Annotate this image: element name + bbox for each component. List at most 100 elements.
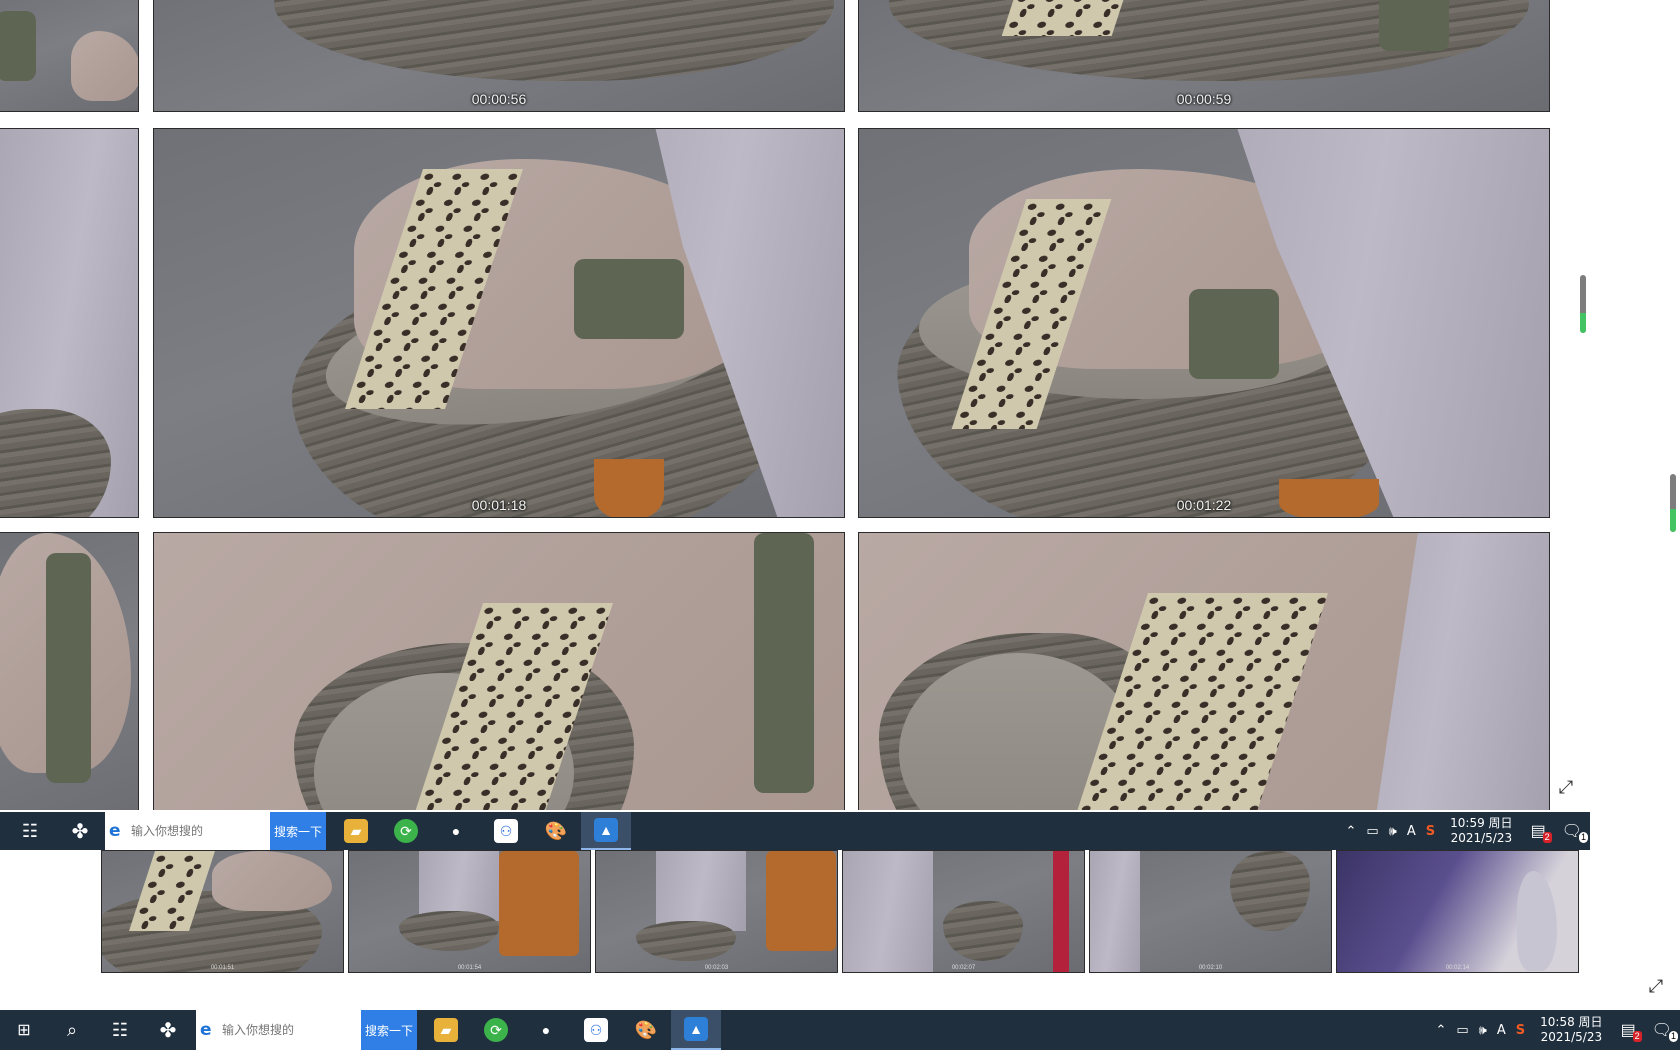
assistant-icon[interactable]: ✤ bbox=[144, 1010, 192, 1050]
photo-sole bbox=[274, 0, 834, 81]
frame-timestamp: 00:02:03 bbox=[704, 965, 729, 971]
refresh-app-icon: ⟳ bbox=[484, 1018, 508, 1042]
taskbar-app-explorer[interactable]: ▰ bbox=[331, 812, 381, 850]
sogou-icon[interactable]: S bbox=[1511, 1023, 1530, 1038]
photo-strap bbox=[1189, 289, 1279, 379]
sogou-icon[interactable]: S bbox=[1421, 824, 1440, 839]
search-icon[interactable]: ⌕ bbox=[48, 1010, 96, 1050]
contact-sheet-frame[interactable]: 00:00:59 bbox=[858, 0, 1550, 112]
search-input[interactable] bbox=[127, 812, 262, 850]
clock[interactable]: 10:59 周日 2021/5/23 bbox=[1440, 816, 1522, 846]
record-icon: ● bbox=[534, 1018, 558, 1042]
outer-scrollbar[interactable] bbox=[1670, 474, 1676, 532]
frame-timestamp: 00:01:22 bbox=[1176, 497, 1232, 513]
photo-strap bbox=[1379, 0, 1449, 51]
filmstrip-frame[interactable]: 00:01:54 bbox=[348, 850, 591, 973]
photo-pants bbox=[656, 851, 746, 931]
frame-timestamp: 00:01:54 bbox=[457, 965, 482, 971]
clock[interactable]: 10:58 周日 2021/5/23 bbox=[1530, 1015, 1612, 1045]
message-icon[interactable]: ▤ 2 bbox=[1523, 821, 1554, 843]
contact-sheet-frame[interactable] bbox=[0, 128, 139, 518]
photos-icon: ▲ bbox=[594, 818, 618, 842]
system-tray: ⌃ ▭ 🕪 A S 10:58 周日 2021/5/23 ▤ 2 🗨 1 bbox=[1430, 1010, 1680, 1050]
filmstrip-frame[interactable]: 00:02:10 bbox=[1089, 850, 1332, 973]
action-center-icon[interactable]: 🗨 1 bbox=[1554, 821, 1590, 843]
filmstrip-frame[interactable]: 00:01:51 bbox=[101, 850, 344, 973]
filmstrip-frame[interactable]: 00:02:07 bbox=[842, 850, 1085, 973]
filmstrip-frame[interactable]: 00:02:03 bbox=[595, 850, 838, 973]
photo-viewer: 00:00:56 00:00:59 00:01:18 00:01:22 bbox=[0, 0, 1590, 810]
message-icon[interactable]: ▤ 2 bbox=[1613, 1020, 1644, 1042]
photo-sole bbox=[943, 901, 1023, 961]
system-tray: ⌃ ▭ 🕪 A S 10:59 周日 2021/5/23 ▤ 2 🗨 1 bbox=[1340, 812, 1590, 850]
input-method-icon[interactable]: A bbox=[1492, 1023, 1511, 1038]
contact-sheet-frame[interactable]: 00:01:22 bbox=[858, 128, 1550, 518]
photo-strap bbox=[46, 553, 91, 783]
assistant-icon[interactable]: ✤ bbox=[60, 812, 100, 850]
frame-timestamp: 00:00:56 bbox=[471, 91, 527, 107]
volume-icon[interactable]: 🕪 bbox=[1474, 1023, 1492, 1038]
taskbar-app-cloud[interactable]: ⚇ bbox=[481, 812, 531, 850]
notification-badge: 2 bbox=[1542, 832, 1552, 843]
photos-icon: ▲ bbox=[684, 1017, 708, 1041]
cloud-app-icon: ⚇ bbox=[584, 1018, 608, 1042]
task-view-icon[interactable]: ☷ bbox=[96, 1010, 144, 1050]
frame-timestamp: 00:02:14 bbox=[1445, 965, 1470, 971]
frame-timestamp: 00:02:10 bbox=[1198, 965, 1223, 971]
search-button[interactable]: 搜索一下 bbox=[361, 1010, 417, 1050]
volume-icon[interactable]: 🕪 bbox=[1384, 824, 1402, 839]
clock-time: 10:59 周日 bbox=[1450, 816, 1513, 830]
browser-icon: e bbox=[109, 821, 121, 841]
search-button[interactable]: 搜索一下 bbox=[270, 812, 326, 850]
taskbar-app-paint[interactable]: 🎨 bbox=[621, 1010, 671, 1050]
browser-icon: e bbox=[200, 1020, 212, 1040]
network-icon[interactable]: ▭ bbox=[1361, 824, 1383, 839]
windows-start-icon[interactable]: ⊞ bbox=[0, 1010, 48, 1050]
photo-sole bbox=[0, 409, 111, 517]
photo-skin bbox=[212, 851, 332, 911]
clock-date: 2021/5/23 bbox=[1540, 1030, 1603, 1044]
photo-sole bbox=[399, 911, 499, 951]
contact-sheet-frame[interactable]: 00:01:18 bbox=[153, 128, 845, 518]
contact-sheet-frame[interactable] bbox=[0, 532, 139, 810]
palette-icon: 🎨 bbox=[634, 1019, 658, 1040]
photo-skin bbox=[71, 31, 138, 101]
contact-sheet-frame[interactable] bbox=[858, 532, 1550, 810]
taskbar-app-photos[interactable]: ▲ bbox=[671, 1010, 721, 1050]
chevron-up-icon[interactable]: ⌃ bbox=[1430, 1023, 1451, 1038]
expand-icon[interactable]: ⤢ bbox=[1555, 776, 1577, 798]
taskbar-app-cloud[interactable]: ⚇ bbox=[571, 1010, 621, 1050]
taskbar-app-record[interactable]: ● bbox=[431, 812, 481, 850]
frame-timestamp: 00:02:07 bbox=[951, 965, 976, 971]
action-center-icon[interactable]: 🗨 1 bbox=[1644, 1020, 1680, 1042]
viewer-scrollbar[interactable] bbox=[1580, 275, 1586, 333]
photo-person bbox=[1517, 871, 1557, 971]
taskbar-app-photos[interactable]: ▲ bbox=[581, 812, 631, 850]
search-input[interactable] bbox=[218, 1010, 353, 1050]
input-method-icon[interactable]: A bbox=[1402, 824, 1421, 839]
taskbar-app-green[interactable]: ⟳ bbox=[471, 1010, 521, 1050]
action-center-badge: 1 bbox=[1668, 1031, 1678, 1042]
chevron-up-icon[interactable]: ⌃ bbox=[1340, 824, 1361, 839]
frame-timestamp: 00:00:59 bbox=[1176, 91, 1232, 107]
photo-luggage bbox=[499, 851, 579, 956]
taskbar-app-record[interactable]: ● bbox=[521, 1010, 571, 1050]
inner-taskbar: ☷ ✤ e 搜索一下 ▰ ⟳ ● ⚇ 🎨 ▲ ⌃ ▭ 🕪 A S 10:59 周… bbox=[0, 812, 1590, 850]
filmstrip-frame[interactable]: 00:02:14 bbox=[1336, 850, 1579, 973]
photo-strap bbox=[0, 11, 36, 81]
search-box[interactable]: e bbox=[105, 812, 270, 850]
taskbar-app-explorer[interactable]: ▰ bbox=[421, 1010, 471, 1050]
frame-timestamp: 00:01:18 bbox=[471, 497, 527, 513]
search-box[interactable]: e bbox=[196, 1010, 361, 1050]
contact-sheet-frame[interactable] bbox=[153, 532, 845, 810]
contact-sheet-frame[interactable] bbox=[0, 0, 139, 112]
contact-sheet-frame[interactable]: 00:00:56 bbox=[153, 0, 845, 112]
network-icon[interactable]: ▭ bbox=[1451, 1023, 1473, 1038]
taskbar-app-green[interactable]: ⟳ bbox=[381, 812, 431, 850]
record-icon: ● bbox=[444, 819, 468, 843]
taskbar-app-paint[interactable]: 🎨 bbox=[531, 812, 581, 850]
photo-pants bbox=[1090, 851, 1140, 972]
expand-icon[interactable]: ⤢ bbox=[1645, 975, 1667, 997]
clock-date: 2021/5/23 bbox=[1450, 831, 1513, 845]
task-view-icon[interactable]: ☷ bbox=[0, 812, 60, 850]
